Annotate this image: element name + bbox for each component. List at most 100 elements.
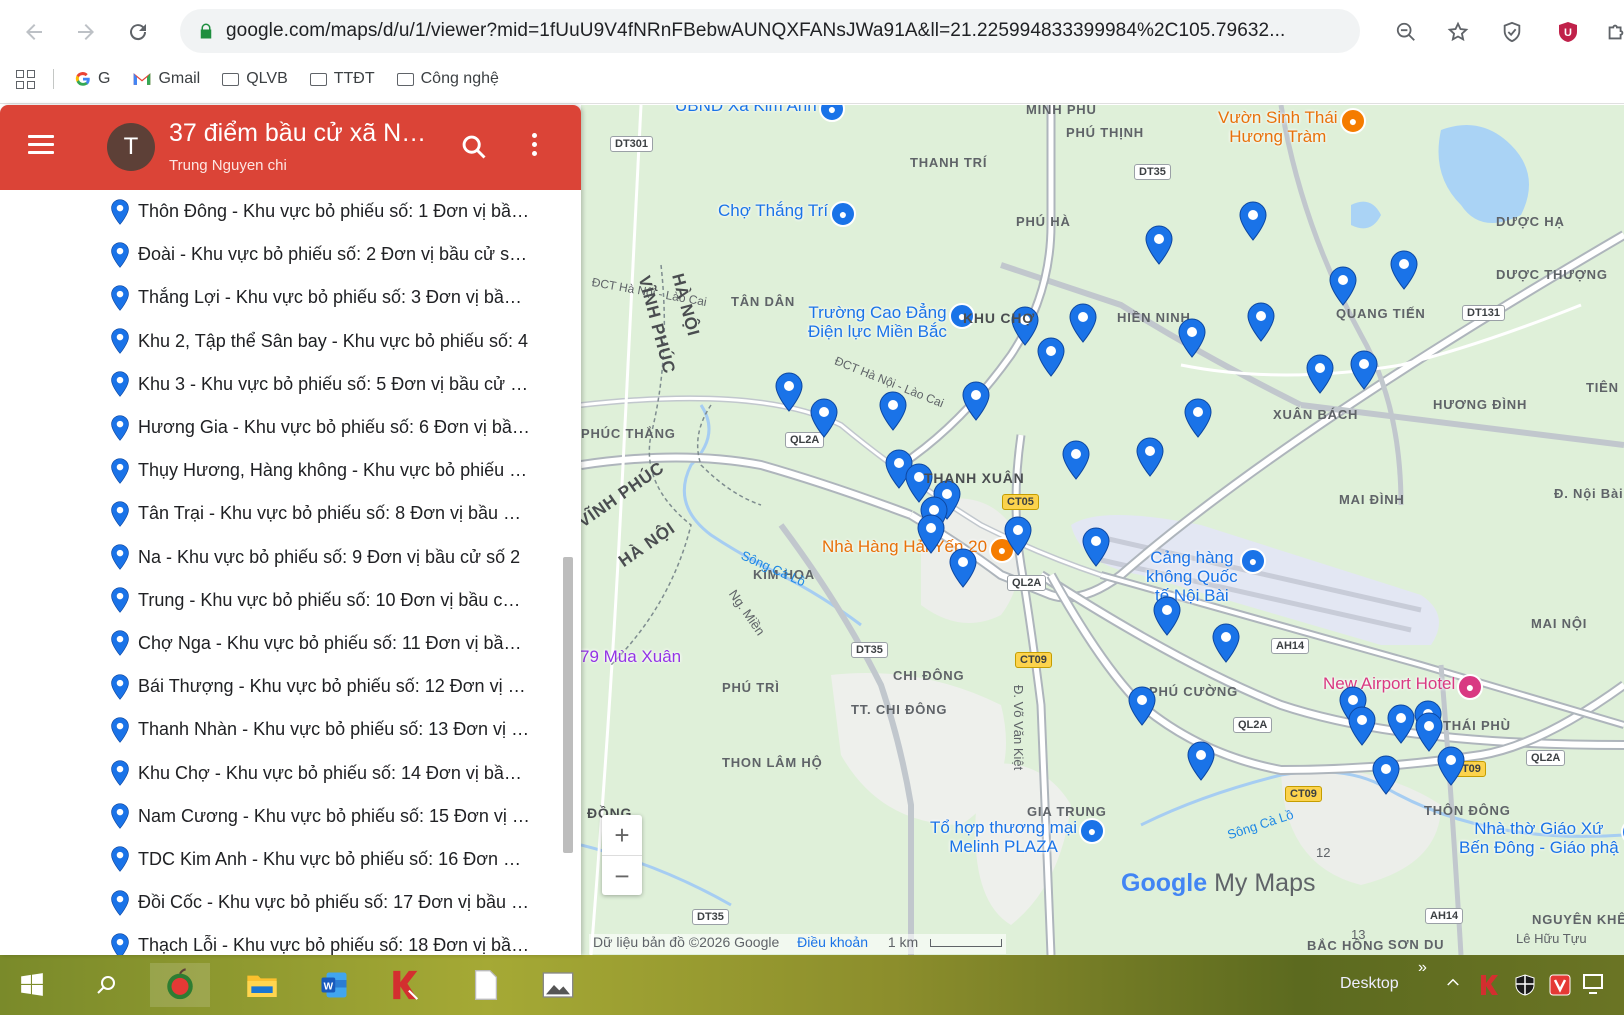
list-item[interactable]: Đoài - Khu vực bỏ phiếu số: 2 Đơn vị bầu… <box>0 233 581 276</box>
restaurant-icon[interactable]: ● <box>1340 108 1366 134</box>
ublock-extension-button[interactable]: U <box>1550 14 1586 50</box>
list-item[interactable]: Thắng Lợi - Khu vực bỏ phiếu số: 3 Đơn v… <box>0 276 581 319</box>
taskbar-app-kaspersky[interactable] <box>380 963 432 1007</box>
search-icon[interactable] <box>460 133 488 161</box>
poi-label[interactable]: Nhà thờ Giáo Xứ Bến Đông - Giáo phậ <box>1459 819 1619 857</box>
bookmark-star-button[interactable] <box>1440 14 1476 50</box>
map-pin-icon[interactable] <box>961 381 991 421</box>
map-pin-icon[interactable] <box>1177 318 1207 358</box>
map-pin-icon[interactable] <box>1144 225 1174 265</box>
map-pin-icon[interactable] <box>1183 398 1213 438</box>
tray-security-shield-icon[interactable] <box>1513 973 1537 1002</box>
map-pin-icon[interactable] <box>948 548 978 588</box>
list-item[interactable]: TDC Kim Anh - Khu vực bỏ phiếu số: 16 Đơ… <box>0 838 581 881</box>
desktop-toolbar-label[interactable]: Desktop <box>1340 975 1399 993</box>
zoom-out-page-button[interactable] <box>1388 14 1424 50</box>
map-pin-icon[interactable] <box>1186 741 1216 781</box>
poi-label[interactable]: Vườn Sinh Thái Hương Tràm <box>1218 108 1338 146</box>
map-pin-icon[interactable] <box>1211 623 1241 663</box>
tray-kaspersky-icon[interactable] <box>1478 973 1502 1002</box>
map-pin-icon[interactable] <box>1036 337 1066 377</box>
shield-extension-button[interactable] <box>1494 14 1530 50</box>
poi-label[interactable]: Chợ Thắng Trí <box>718 201 828 220</box>
map-pin-icon[interactable] <box>1135 437 1165 477</box>
map-pin-icon[interactable] <box>1068 303 1098 343</box>
map-pin-icon[interactable] <box>1246 302 1276 342</box>
zoom-out-button[interactable]: − <box>602 856 642 896</box>
list-item[interactable]: Khu 2, Tập thể Sân bay - Khu vực bỏ phiế… <box>0 320 581 363</box>
map-pin-icon[interactable] <box>916 514 946 554</box>
map-pin-icon[interactable] <box>1238 201 1268 241</box>
list-item[interactable]: Đồi Cốc - Khu vực bỏ phiếu số: 17 Đơn vị… <box>0 881 581 924</box>
map-pin-icon[interactable] <box>774 372 804 412</box>
tray-up-arrow-icon[interactable] <box>1444 973 1462 996</box>
map-pin-icon[interactable] <box>878 391 908 431</box>
reload-button[interactable] <box>120 14 156 50</box>
taskbar-app-notepad[interactable] <box>460 963 512 1007</box>
toolbar-chevron[interactable]: » <box>1418 959 1427 977</box>
search-button[interactable] <box>84 963 128 1007</box>
map-pin-icon[interactable] <box>1349 350 1379 390</box>
more-options-icon[interactable] <box>532 133 542 160</box>
map-pin-icon[interactable] <box>1081 527 1111 567</box>
bookmark-folder-cong-nghe[interactable]: Công nghệ <box>396 70 499 88</box>
taskbar-app-word[interactable]: W <box>308 963 360 1007</box>
zoom-in-button[interactable]: + <box>602 815 642 855</box>
hotel-icon[interactable]: ● <box>1457 674 1483 700</box>
menu-icon[interactable] <box>28 135 54 159</box>
map-pin-icon[interactable] <box>1152 596 1182 636</box>
map-pin-icon[interactable] <box>1371 755 1401 795</box>
airport-icon[interactable]: ● <box>1240 548 1266 574</box>
apps-grid-icon[interactable] <box>16 69 35 89</box>
terms-link[interactable]: Điều khoản <box>797 934 868 950</box>
list-scrollbar[interactable] <box>563 557 573 853</box>
start-button[interactable] <box>10 963 54 1007</box>
extensions-button[interactable] <box>1598 14 1624 50</box>
back-button[interactable] <box>16 14 52 50</box>
map-owner[interactable]: Trung Nguyen chi <box>169 157 287 174</box>
list-item[interactable]: Tân Trại - Khu vực bỏ phiếu số: 8 Đơn vị… <box>0 492 581 535</box>
url-text[interactable]: google.com/maps/d/u/1/viewer?mid=1fUuU9V… <box>226 20 1331 42</box>
tray-network-icon[interactable] <box>1583 973 1609 1000</box>
shopping-cart-icon[interactable]: ● <box>830 201 856 227</box>
list-item[interactable]: Hương Gia - Khu vực bỏ phiếu số: 6 Đơn v… <box>0 406 581 449</box>
bookmark-google[interactable]: G <box>74 70 110 88</box>
list-item[interactable]: Bái Thượng - Khu vực bỏ phiếu số: 12 Đơn… <box>0 665 581 708</box>
poi-label[interactable]: UBND Xã Kim Anh <box>675 105 817 115</box>
map-pin-icon[interactable] <box>1305 354 1335 394</box>
poi-label[interactable]: Trường Cao Đẳng Điện lực Miền Bắc <box>808 303 947 341</box>
map-pin-icon[interactable] <box>1436 746 1466 786</box>
map-canvas[interactable]: MINH PHÚ PHÚ THỊNH THANH TRÍ PHÚ HÀ DƯỢC HẠ D… <box>581 105 1624 955</box>
poi-label[interactable]: 79 Mùa Xuân <box>581 647 681 666</box>
bookmark-folder-ttdt[interactable]: TTĐT <box>309 70 375 88</box>
bookmark-gmail[interactable]: Gmail <box>132 70 200 88</box>
map-pin-icon[interactable] <box>1061 440 1091 480</box>
site-info-icon[interactable] <box>186 22 226 40</box>
map-pin-icon[interactable] <box>1003 516 1033 556</box>
list-item[interactable]: Khu 3 - Khu vực bỏ phiếu số: 5 Đơn vị bầ… <box>0 363 581 406</box>
list-item[interactable]: Thanh Nhàn - Khu vực bỏ phiếu số: 13 Đơn… <box>0 708 581 751</box>
map-pin-icon[interactable] <box>1347 706 1377 746</box>
list-item[interactable]: Trung - Khu vực bỏ phiếu số: 10 Đơn vị b… <box>0 579 581 622</box>
list-item[interactable]: Khu Chợ - Khu vực bỏ phiếu số: 14 Đơn vị… <box>0 751 581 794</box>
avatar[interactable]: T <box>107 123 155 171</box>
address-bar[interactable]: google.com/maps/d/u/1/viewer?mid=1fUuU9V… <box>180 9 1360 53</box>
shopping-bag-icon[interactable]: ● <box>1079 818 1105 844</box>
map-pin-icon[interactable] <box>809 398 839 438</box>
taskbar-app-photos[interactable] <box>532 963 584 1007</box>
taskbar-app-browser[interactable] <box>150 963 210 1007</box>
list-item[interactable]: Chợ Nga - Khu vực bỏ phiếu số: 11 Đơn vị… <box>0 622 581 665</box>
map-pin-icon[interactable] <box>1127 686 1157 726</box>
taskbar-app-explorer[interactable] <box>236 963 288 1007</box>
list-item[interactable]: Thôn Đông - Khu vực bỏ phiếu số: 1 Đơn v… <box>0 190 581 233</box>
list-item[interactable]: Na - Khu vực bỏ phiếu số: 9 Đơn vị bầu c… <box>0 536 581 579</box>
tray-vivaldi-icon[interactable] <box>1548 973 1572 1002</box>
poi-label[interactable]: Tổ hợp thương mại Melinh PLAZA <box>930 818 1077 856</box>
map-pin-icon[interactable] <box>1328 266 1358 306</box>
list-item[interactable]: Nam Cương - Khu vực bỏ phiếu số: 15 Đơn … <box>0 795 581 838</box>
list-item[interactable]: Thạch Lỗi - Khu vực bỏ phiếu số: 18 Đơn … <box>0 924 581 955</box>
bookmark-folder-qlvb[interactable]: QLVB <box>222 70 288 88</box>
map-pin-icon[interactable] <box>1389 250 1419 290</box>
forward-button[interactable] <box>68 14 104 50</box>
list-item[interactable]: Thụy Hương, Hàng không - Khu vực bỏ phiế… <box>0 449 581 492</box>
